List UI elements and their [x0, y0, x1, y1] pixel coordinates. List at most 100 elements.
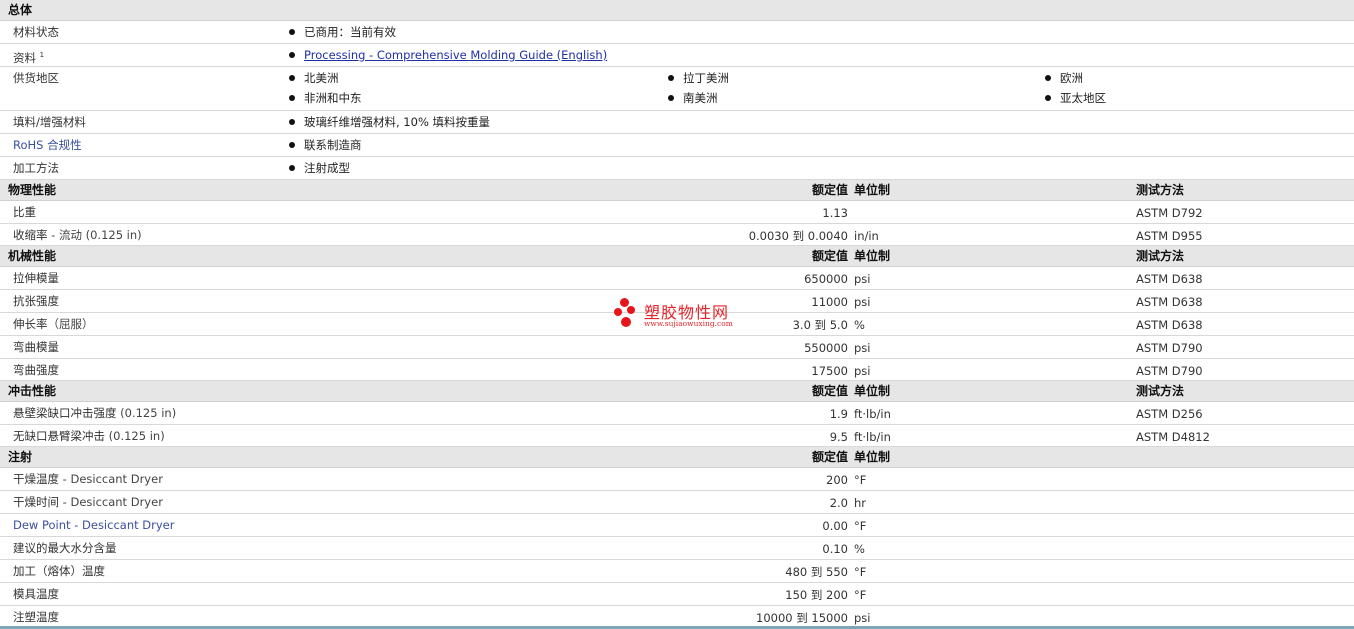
property-unit: °F — [854, 588, 867, 602]
property-label: 弯曲模量 — [13, 340, 59, 354]
test-method: ASTM D638 — [1136, 272, 1203, 286]
row-label: RoHS 合规性 — [13, 138, 82, 152]
section-impact-header: 冲击性能 额定值 单位制 测试方法 — [0, 381, 1354, 402]
row-label: 加工方法 — [13, 161, 59, 175]
property-row: 弯曲模量 550000 psi ASTM D790 — [0, 336, 1354, 359]
property-row: 拉伸模量 650000 psi ASTM D638 — [0, 267, 1354, 290]
property-value: 0.00 — [822, 519, 848, 533]
property-row: 干燥时间 - Desiccant Dryer 2.0 hr — [0, 491, 1354, 514]
bullet-value: 玻璃纤维增强材料, 10% 填料按重量 — [288, 115, 490, 129]
row-documents: 资料 1 Processing - Comprehensive Molding … — [0, 44, 1354, 67]
property-label: 建议的最大水分含量 — [13, 541, 117, 555]
property-row: 模具温度 150 到 200 °F — [0, 583, 1354, 606]
property-value: 17500 — [811, 364, 848, 378]
section-title: 机械性能 — [8, 249, 57, 263]
row-regions: 供货地区 北美洲 拉丁美洲 欧洲 非洲和中东 南美洲 亚太地区 — [0, 67, 1354, 111]
column-header-value: 额定值 — [811, 249, 848, 263]
property-row: 干燥温度 - Desiccant Dryer 200 °F — [0, 468, 1354, 491]
region-item: 欧洲 — [1044, 71, 1083, 85]
region-item: 南美洲 — [667, 91, 718, 105]
property-unit: ft·lb/in — [854, 407, 891, 421]
row-label: 材料状态 — [13, 25, 59, 39]
test-method: ASTM D256 — [1136, 407, 1203, 421]
section-general-header: 总体 — [0, 0, 1354, 21]
section-physical-header: 物理性能 额定值 单位制 测试方法 — [0, 180, 1354, 201]
row-process-method: 加工方法 注射成型 — [0, 157, 1354, 180]
section-title: 注射 — [8, 450, 33, 464]
property-row: 弯曲强度 17500 psi ASTM D790 — [0, 359, 1354, 381]
property-label: 注塑温度 — [13, 610, 59, 624]
region-item: 非洲和中东 — [288, 91, 362, 105]
watermark-url: www.sujiaowuxing.com — [644, 319, 733, 328]
region-item: 北美洲 — [288, 71, 339, 85]
logo-dot — [621, 317, 631, 327]
molding-guide-link[interactable]: Processing - Comprehensive Molding Guide… — [304, 48, 607, 62]
property-label: 模具温度 — [13, 587, 59, 601]
section-title: 物理性能 — [8, 183, 57, 197]
test-method: ASTM D790 — [1136, 341, 1203, 355]
property-label: 拉伸模量 — [13, 271, 59, 285]
test-method: ASTM D638 — [1136, 318, 1203, 332]
bullet-value: 联系制造商 — [288, 138, 362, 152]
test-method: ASTM D955 — [1136, 229, 1203, 243]
column-header-value: 额定值 — [811, 384, 848, 398]
row-rohs: RoHS 合规性 联系制造商 — [0, 134, 1354, 157]
property-unit: hr — [854, 496, 867, 510]
property-unit: % — [854, 318, 865, 332]
property-value: 480 到 550 — [785, 565, 848, 579]
logo-dot — [627, 306, 635, 314]
section-title: 冲击性能 — [8, 384, 57, 398]
property-value: 200 — [826, 473, 848, 487]
property-value: 9.5 — [829, 430, 848, 444]
property-label: Dew Point - Desiccant Dryer — [13, 518, 175, 532]
section-title: 总体 — [8, 3, 33, 17]
property-label: 悬壁梁缺口冲击强度 (0.125 in) — [13, 406, 177, 420]
logo-dot — [620, 298, 629, 307]
property-value: 2.0 — [829, 496, 848, 510]
property-row: 比重 1.13 ASTM D792 — [0, 201, 1354, 224]
property-value: 11000 — [811, 295, 848, 309]
property-row: 悬壁梁缺口冲击强度 (0.125 in) 1.9 ft·lb/in ASTM D… — [0, 402, 1354, 425]
property-unit: % — [854, 542, 865, 556]
property-unit: ft·lb/in — [854, 430, 891, 444]
property-label: 干燥温度 - Desiccant Dryer — [13, 472, 163, 486]
row-label: 资料 1 — [13, 51, 45, 65]
property-unit: psi — [854, 364, 871, 378]
section-mechanical-header: 机械性能 额定值 单位制 测试方法 — [0, 246, 1354, 267]
section-injection-header: 注射 额定值 单位制 — [0, 447, 1354, 468]
property-row: 建议的最大水分含量 0.10 % — [0, 537, 1354, 560]
property-value: 150 到 200 — [785, 588, 848, 602]
column-header-test: 测试方法 — [1136, 249, 1185, 263]
row-label: 填料/增强材料 — [13, 115, 86, 129]
region-item: 亚太地区 — [1044, 91, 1106, 105]
property-unit: psi — [854, 341, 871, 355]
property-label: 加工（熔体）温度 — [13, 564, 105, 578]
property-label: 干燥时间 - Desiccant Dryer — [13, 495, 163, 509]
property-row: Dew Point - Desiccant Dryer 0.00 °F — [0, 514, 1354, 537]
property-label: 无缺口悬臂梁冲击 (0.125 in) — [13, 429, 165, 443]
column-header-value: 额定值 — [811, 183, 848, 197]
bullet-value: 已商用：当前有效 — [288, 25, 396, 39]
logo-dot — [614, 308, 622, 316]
property-label: 收缩率 - 流动 (0.125 in) — [13, 228, 142, 242]
footnote-marker: 1 — [39, 51, 45, 59]
row-filler: 填料/增强材料 玻璃纤维增强材料, 10% 填料按重量 — [0, 111, 1354, 134]
column-header-unit: 单位制 — [854, 249, 891, 263]
bullet-value: 注射成型 — [288, 161, 350, 175]
property-value: 0.10 — [822, 542, 848, 556]
property-value: 1.13 — [822, 206, 848, 220]
property-value: 1.9 — [829, 407, 848, 421]
column-header-value: 额定值 — [811, 450, 848, 464]
test-method: ASTM D792 — [1136, 206, 1203, 220]
property-label: 伸长率（屈服） — [13, 317, 94, 331]
property-unit: °F — [854, 565, 867, 579]
property-value: 0.0030 到 0.0040 — [748, 229, 848, 243]
property-unit: psi — [854, 272, 871, 286]
region-item: 拉丁美洲 — [667, 71, 729, 85]
property-label: 弯曲强度 — [13, 363, 59, 377]
property-label: 抗张强度 — [13, 294, 59, 308]
column-header-test: 测试方法 — [1136, 183, 1185, 197]
row-label: 供货地区 — [13, 71, 59, 85]
column-header-unit: 单位制 — [854, 450, 891, 464]
property-unit: °F — [854, 519, 867, 533]
